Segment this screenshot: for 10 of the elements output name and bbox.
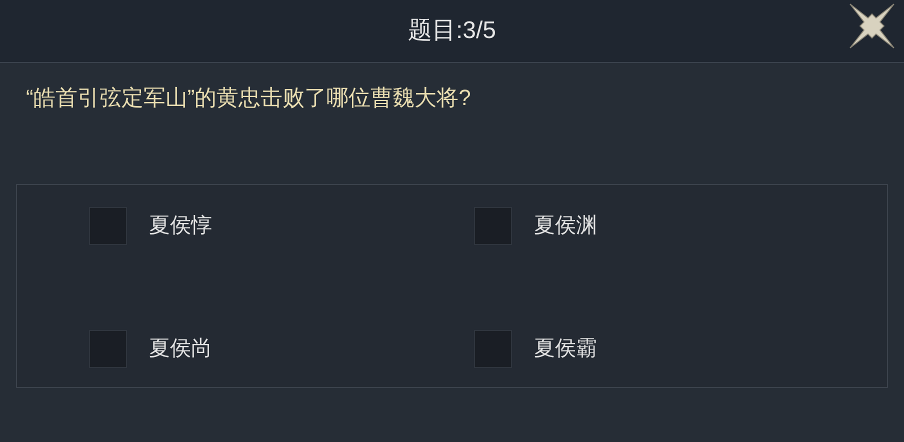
option-label[interactable]: 夏侯尚 (149, 333, 212, 365)
option-label[interactable]: 夏侯霸 (534, 333, 597, 365)
checkbox[interactable] (89, 330, 127, 368)
checkbox[interactable] (474, 330, 512, 368)
option-label[interactable]: 夏侯惇 (149, 210, 212, 242)
checkbox[interactable] (474, 207, 512, 245)
option-label[interactable]: 夏侯渊 (534, 210, 597, 242)
checkbox[interactable] (89, 207, 127, 245)
question-text: “皓首引弦定军山”的黄忠击败了哪位曹魏大将? (25, 84, 472, 112)
quiz-progress-title: 题目:3/5 (408, 16, 496, 46)
